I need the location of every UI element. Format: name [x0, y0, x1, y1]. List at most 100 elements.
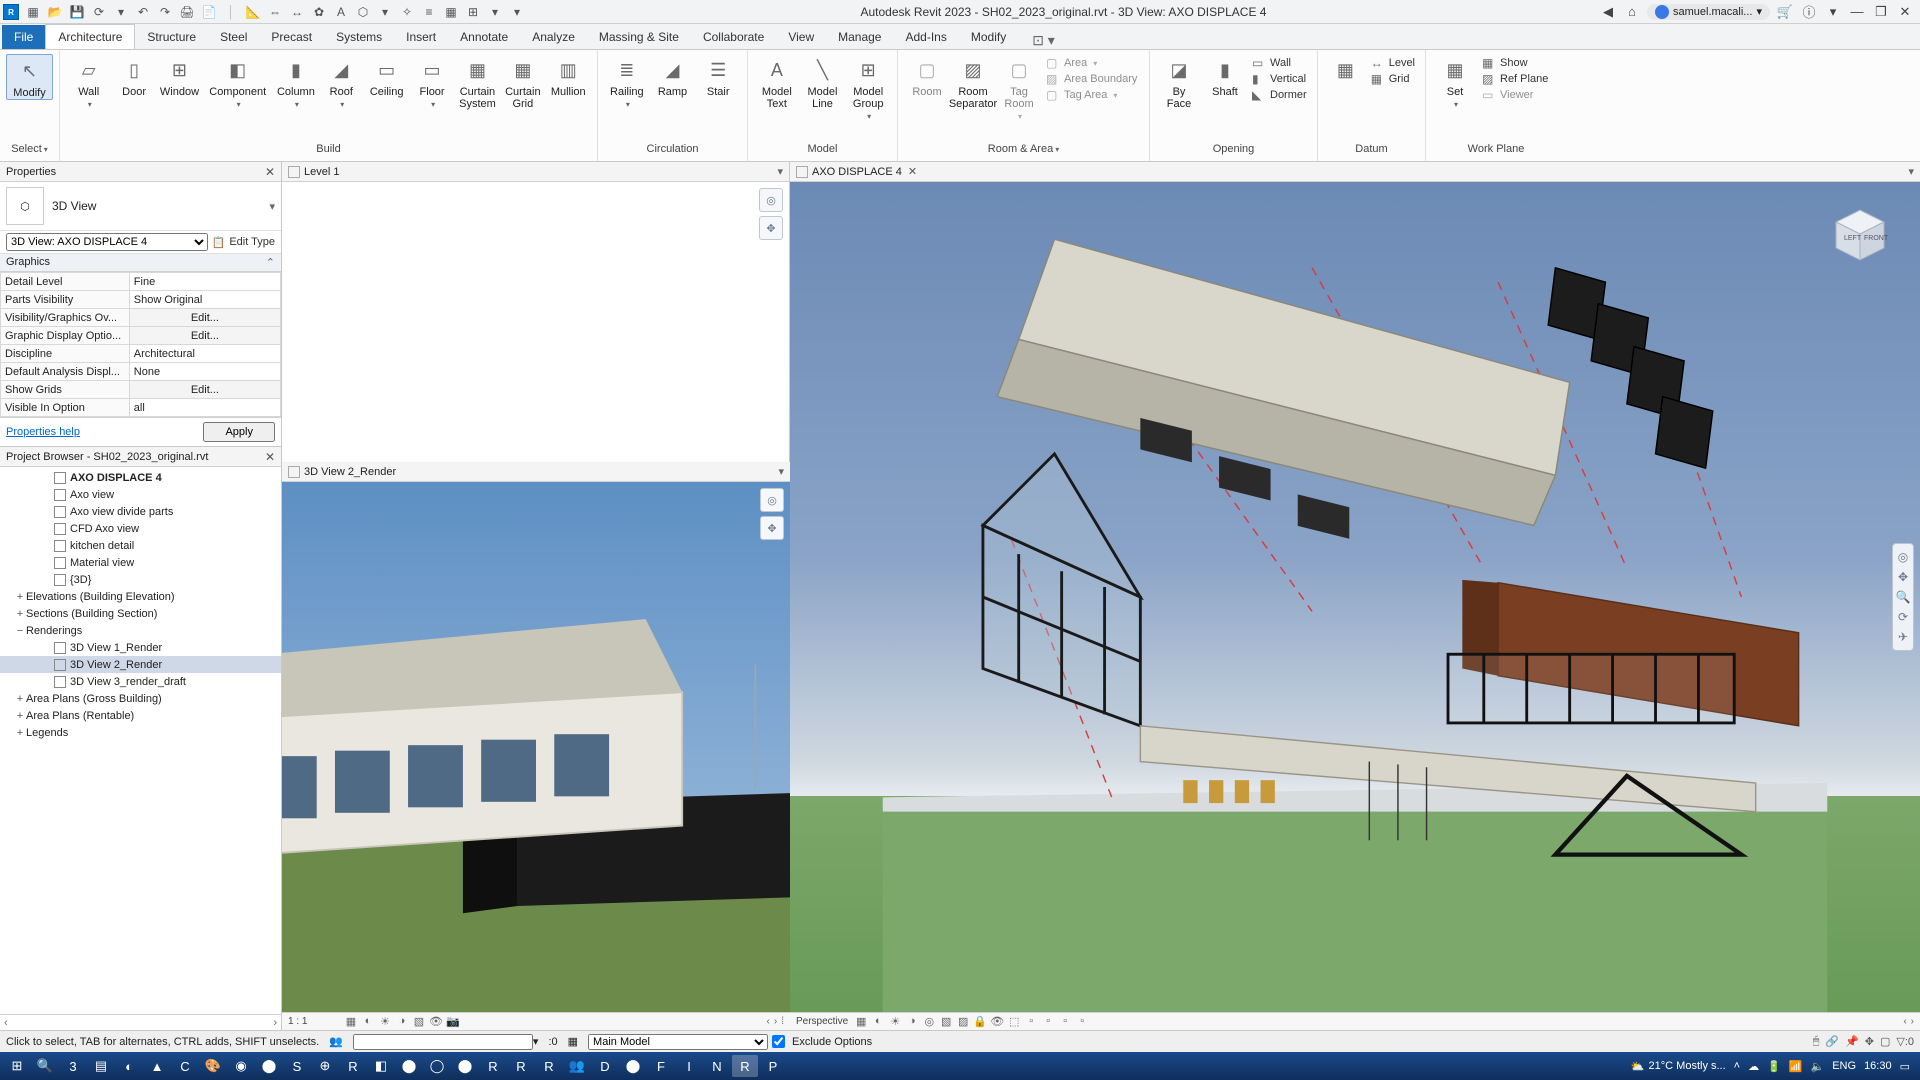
expand-icon[interactable]: −: [14, 625, 26, 637]
home-icon[interactable]: ⌂: [1623, 3, 1641, 21]
opening-dormer-button[interactable]: ◣Dormer: [1252, 88, 1307, 102]
wall-button[interactable]: ▱Wall: [66, 54, 111, 110]
taskbar-button[interactable]: F: [648, 1055, 674, 1077]
property-row[interactable]: Visibility/Graphics Ov...Edit...: [1, 309, 281, 327]
room-button[interactable]: ▢Room: [904, 54, 950, 98]
expand-icon[interactable]: +: [14, 591, 26, 603]
tab-addins[interactable]: Add-Ins: [893, 25, 958, 49]
plan-tab-drop-icon[interactable]: ▾: [777, 165, 783, 178]
axo-render-icon[interactable]: ◎: [922, 1015, 936, 1029]
tree-node[interactable]: {3D}: [0, 571, 281, 588]
taskbar-button[interactable]: R: [480, 1055, 506, 1077]
tree-node[interactable]: Material view: [0, 554, 281, 571]
set-button[interactable]: ▦Set: [1432, 54, 1478, 110]
roof-button[interactable]: ◢Roof: [319, 54, 364, 110]
tray-notifications-icon[interactable]: ▭: [1900, 1060, 1910, 1073]
tab-massing[interactable]: Massing & Site: [587, 25, 691, 49]
area-boundary-button[interactable]: ▨Area Boundary: [1046, 72, 1137, 86]
tree-node[interactable]: 3D View 3_render_draft: [0, 673, 281, 690]
grid-button[interactable]: ▦Grid: [1371, 72, 1415, 86]
tab-modify[interactable]: Modify: [959, 25, 1018, 49]
project-tree[interactable]: AXO DISPLACE 4Axo viewAxo view divide pa…: [0, 467, 281, 1014]
tab-structure[interactable]: Structure: [135, 25, 208, 49]
taskbar-button[interactable]: R: [340, 1055, 366, 1077]
tray-time[interactable]: 16:30: [1864, 1060, 1892, 1072]
sb-face-icon[interactable]: ▢: [1880, 1035, 1890, 1048]
sb-drag-icon[interactable]: ✥: [1865, 1035, 1874, 1048]
tree-node[interactable]: +Legends: [0, 724, 281, 741]
qat-close-icon[interactable]: ▦: [442, 3, 460, 21]
weather-widget[interactable]: ⛅ 21°C Mostly s...: [1631, 1060, 1726, 1073]
property-row[interactable]: Parts VisibilityShow Original: [1, 291, 281, 309]
tree-node[interactable]: CFD Axo view: [0, 520, 281, 537]
qat-redo-icon[interactable]: ↷: [156, 3, 174, 21]
modify-button[interactable]: ↖ Modify: [6, 54, 53, 100]
axo-lock-icon[interactable]: 🔒: [973, 1015, 987, 1029]
property-value[interactable]: Architectural: [129, 345, 280, 363]
axo-tab-drop-icon[interactable]: ▾: [1908, 165, 1914, 178]
status-search[interactable]: [353, 1034, 533, 1050]
taskbar-button[interactable]: ◧: [368, 1055, 394, 1077]
panel-select-caption[interactable]: Select: [0, 143, 59, 161]
door-button[interactable]: ▯Door: [111, 54, 156, 98]
tab-architecture[interactable]: Architecture: [45, 24, 135, 49]
qat-align-icon[interactable]: ⇔: [266, 3, 284, 21]
user-drop-icon[interactable]: ▾: [1756, 5, 1762, 18]
restore-icon[interactable]: ❐: [1872, 3, 1890, 21]
qat-pin-icon[interactable]: ✿: [310, 3, 328, 21]
tray-lang[interactable]: ENG: [1832, 1060, 1856, 1072]
taskbar-button[interactable]: ⬤: [256, 1055, 282, 1077]
render-canvas[interactable]: ◎ ✥: [282, 482, 790, 1012]
view-selector[interactable]: 3D View: AXO DISPLACE 4: [6, 233, 208, 251]
taskbar-button[interactable]: I: [676, 1055, 702, 1077]
plan-tab[interactable]: Level 1 ▾: [282, 162, 789, 182]
qat-thin-icon[interactable]: ≡: [420, 3, 438, 21]
model-text-button[interactable]: AModel Text: [754, 54, 800, 110]
tab-systems[interactable]: Systems: [324, 25, 394, 49]
render-temp-icon[interactable]: 👁: [429, 1015, 443, 1029]
browser-hscroll[interactable]: ‹›: [0, 1014, 281, 1030]
cart-icon[interactable]: 🛒: [1776, 3, 1794, 21]
shaft-button[interactable]: ▮Shaft: [1202, 54, 1248, 98]
tray-volume-icon[interactable]: 🔈: [1811, 1060, 1825, 1073]
tree-node[interactable]: −Renderings: [0, 622, 281, 639]
taskbar-button[interactable]: 3: [60, 1055, 86, 1077]
property-value[interactable]: Edit...: [129, 327, 280, 345]
window-button[interactable]: ⊞Window: [157, 54, 202, 98]
curtain-system-button[interactable]: ▦Curtain System: [455, 54, 500, 110]
tree-node[interactable]: Axo view: [0, 486, 281, 503]
datum-big-button[interactable]: ▦: [1324, 54, 1367, 98]
workset-selector[interactable]: Main Model: [588, 1034, 768, 1050]
axo-reveal-icon[interactable]: ⬚: [1007, 1015, 1021, 1029]
taskbar-button[interactable]: ◯: [424, 1055, 450, 1077]
sb-filter-icon[interactable]: ▽:0: [1896, 1035, 1914, 1048]
taskbar-button[interactable]: ⬤: [620, 1055, 646, 1077]
tab-precast[interactable]: Precast: [259, 25, 324, 49]
taskbar-button[interactable]: 🎨: [200, 1055, 226, 1077]
qat-pdf-icon[interactable]: 📄: [200, 3, 218, 21]
taskbar-button[interactable]: P: [760, 1055, 786, 1077]
minimize-icon[interactable]: —: [1848, 3, 1866, 21]
floor-button[interactable]: ▭Floor: [409, 54, 454, 110]
taskbar-button[interactable]: ⊞: [4, 1055, 30, 1077]
tab-steel[interactable]: Steel: [208, 25, 259, 49]
properties-help-link[interactable]: Properties help: [6, 426, 80, 438]
taskbar-button[interactable]: ▲: [144, 1055, 170, 1077]
tree-node[interactable]: +Elevations (Building Elevation): [0, 588, 281, 605]
render-tab[interactable]: 3D View 2_Render ▾: [282, 462, 790, 482]
tree-node[interactable]: 3D View 1_Render: [0, 639, 281, 656]
axo-tab[interactable]: AXO DISPLACE 4 ✕ ▾: [790, 162, 1920, 182]
column-button[interactable]: ▮Column: [273, 54, 318, 110]
tray-cloud-icon[interactable]: ☁: [1748, 1060, 1759, 1073]
render-style-icon[interactable]: ◐: [361, 1015, 375, 1029]
tray-chevron-icon[interactable]: ˄: [1734, 1060, 1740, 1072]
taskbar-button[interactable]: ◉: [228, 1055, 254, 1077]
taskbar-button[interactable]: R: [536, 1055, 562, 1077]
model-line-button[interactable]: ╲Model Line: [800, 54, 846, 110]
qat-drop2-icon[interactable]: ▾: [376, 3, 394, 21]
expand-icon[interactable]: +: [14, 693, 26, 705]
taskbar-button[interactable]: ◐: [116, 1055, 142, 1077]
axo-mode[interactable]: Perspective: [796, 1016, 848, 1027]
tray-battery-icon[interactable]: 🔋: [1767, 1060, 1781, 1073]
qat-print-icon[interactable]: 🖨: [178, 3, 196, 21]
